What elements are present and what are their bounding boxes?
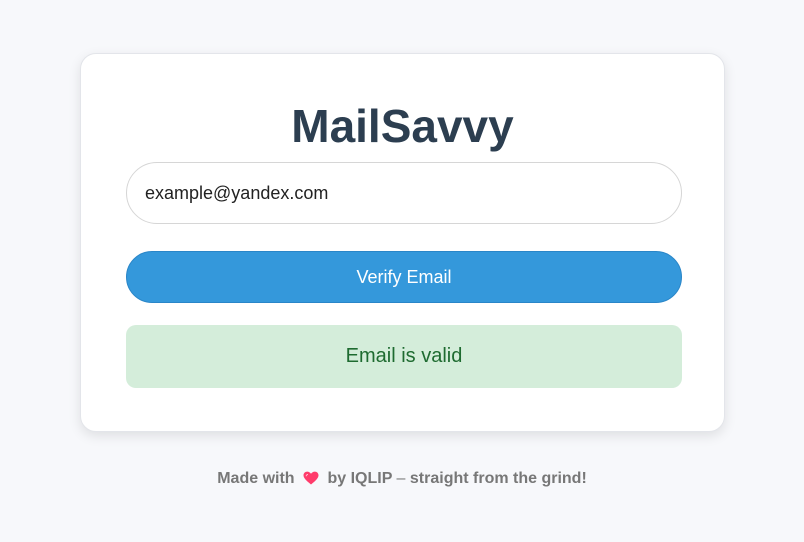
email-input[interactable] [126, 162, 682, 224]
footer-dash: – [396, 470, 406, 487]
footer-prefix: Made with [217, 470, 295, 487]
result-message-box: Email is valid [126, 325, 682, 388]
footer: Made with by IQLIP – straight from the g… [0, 469, 804, 489]
verify-email-button[interactable]: Verify Email [126, 251, 682, 303]
footer-suffix: straight from the grind! [409, 470, 587, 487]
heart-icon [303, 471, 319, 485]
verification-card: MailSavvy Verify Email Email is valid [80, 53, 725, 432]
result-message: Email is valid [345, 345, 463, 367]
app-title: MailSavvy [291, 100, 514, 152]
footer-author: by IQLIP [327, 470, 393, 487]
